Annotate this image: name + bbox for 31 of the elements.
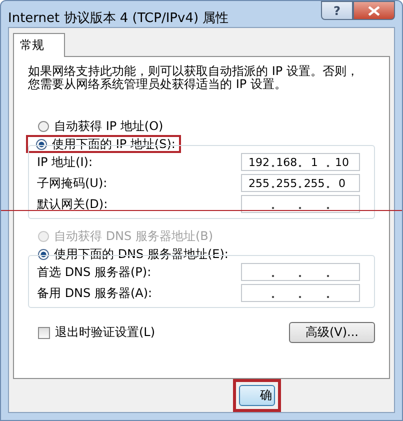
radio-label: 自动获得 IP 地址(O) — [54, 119, 164, 133]
description-text: 如果网络支持此功能，则可以获取自动指派的 IP 设置。否则，您需要从网络系统管理员处获得适当的 IP 设置。 — [28, 65, 360, 91]
ip-address-field[interactable] — [241, 284, 360, 302]
field-label: 备用 DNS 服务器(A): — [37, 284, 152, 302]
radio-label: 自动获得 DNS 服务器地址(B) — [54, 229, 214, 243]
window-title: Internet 协议版本 4 (TCP/IPv4) 属性 — [8, 10, 229, 27]
octet-text: 168 — [276, 156, 298, 168]
octet-text: 10 — [334, 156, 349, 168]
field-label: IP 地址(I): — [37, 154, 93, 170]
octet-text: 0 — [338, 176, 346, 190]
ip-address-field[interactable]: 255 255 255 0 — [241, 174, 360, 192]
field-label: 默认网关(D): — [37, 196, 108, 212]
octet-text: 255 — [276, 176, 298, 190]
help-button[interactable]: ? — [321, 1, 353, 20]
field-label: 子网掩码(U): — [37, 174, 108, 192]
tab[interactable]: 常规 — [13, 33, 65, 57]
radio-option[interactable]: 自动获得 IP 地址(O) — [28, 117, 170, 135]
ip-address-field[interactable] — [241, 263, 360, 281]
octet-text: 1 — [310, 156, 318, 168]
octet-text: 255 — [304, 176, 325, 190]
field-label: 首选 DNS 服务器(P): — [37, 264, 152, 280]
close-button[interactable] — [353, 1, 395, 20]
advanced-button[interactable]: 高级(V)... — [289, 322, 375, 343]
octet-text: 192 — [248, 156, 270, 168]
ip-address-field[interactable]: 192 168 1 10 — [241, 153, 360, 171]
ip-address-field[interactable] — [241, 195, 360, 213]
checkbox-label: 退出时验证设置(L) — [55, 324, 156, 341]
close-icon — [368, 6, 380, 16]
ok-button[interactable]: 确 — [239, 385, 275, 406]
checkbox[interactable] — [38, 326, 50, 338]
octet-text: 255 — [248, 176, 270, 190]
